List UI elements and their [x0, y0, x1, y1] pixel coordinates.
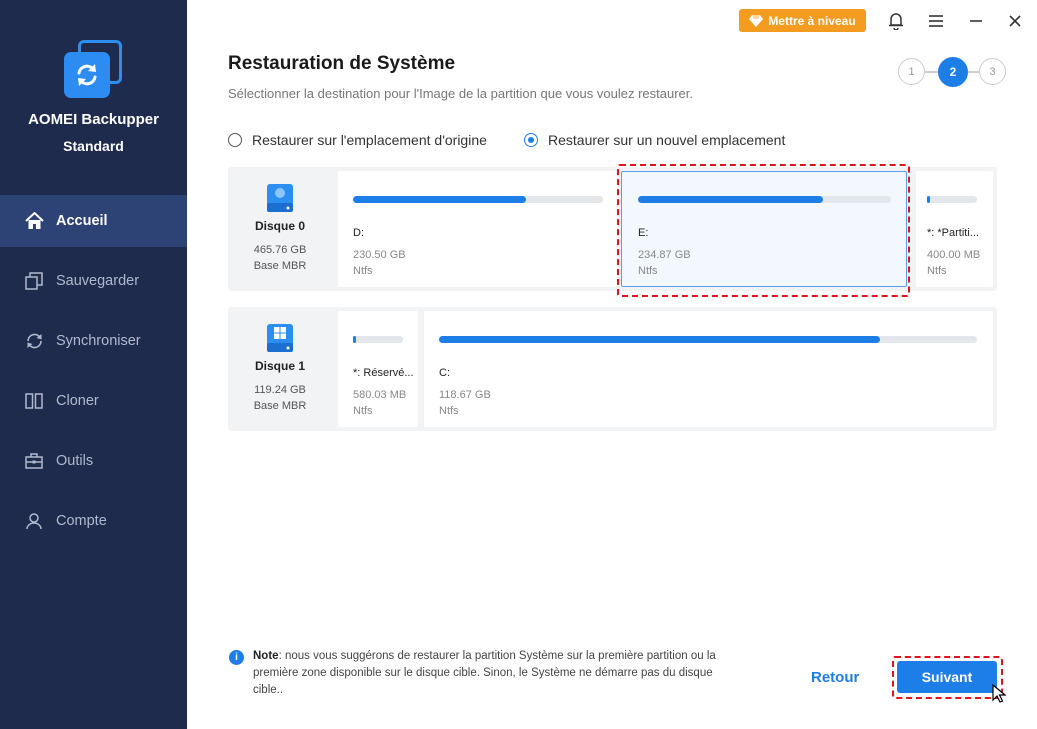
option-original-label: Restaurer sur l'emplacement d'origine: [252, 132, 487, 148]
home-icon: [24, 211, 44, 231]
sidebar: AOMEI Backupper Standard Accueil Sauvega…: [0, 0, 187, 729]
partition-reserved[interactable]: *: Réservé... 580.03 MB Ntfs: [338, 311, 418, 427]
sidebar-item-label: Accueil: [56, 213, 108, 229]
sidebar-item-label: Cloner: [56, 393, 99, 409]
sidebar-item-label: Compte: [56, 513, 107, 529]
partition-size: 118.67 GB: [439, 389, 491, 401]
sidebar-item-compte[interactable]: Compte: [0, 495, 187, 547]
clone-icon: [24, 391, 44, 411]
step-indicator: 1 2 3: [898, 57, 1008, 87]
info-icon: i: [229, 650, 244, 665]
partition-fs: Ntfs: [927, 265, 947, 277]
windows-drive-icon: [267, 324, 293, 352]
partition-system-reserved[interactable]: *: *Partiti... 400.00 MB Ntfs: [916, 171, 993, 287]
app-edition: Standard: [63, 138, 124, 154]
partition-label: *: Réservé...: [353, 367, 414, 379]
upgrade-button[interactable]: Mettre à niveau: [739, 9, 866, 32]
partition-fs: Ntfs: [439, 405, 459, 417]
radio-new[interactable]: [524, 133, 538, 147]
sidebar-item-accueil[interactable]: Accueil: [0, 195, 187, 247]
backup-icon: [24, 271, 44, 291]
option-original-location[interactable]: Restaurer sur l'emplacement d'origine: [228, 132, 487, 148]
app-logo: [64, 40, 122, 98]
disk-name: Disque 0: [254, 219, 305, 233]
page-title: Restauration de Système: [228, 53, 456, 74]
disk-type: Base MBR: [253, 400, 307, 412]
page-subtitle: Sélectionner la destination pour l'Image…: [228, 86, 693, 101]
radio-original[interactable]: [228, 133, 242, 147]
app-name: AOMEI Backupper: [28, 111, 159, 128]
step-2: 2: [938, 57, 968, 87]
sidebar-item-cloner[interactable]: Cloner: [0, 375, 187, 427]
partition-usage-bar: [353, 336, 356, 343]
disk-type: Base MBR: [253, 260, 307, 272]
selection-highlight: [617, 164, 910, 297]
diamond-icon: [749, 14, 764, 27]
sidebar-item-label: Synchroniser: [56, 333, 141, 349]
partition-size: 400.00 MB: [927, 249, 981, 261]
disk-1-panel: Disque 1 119.24 GB Base MBR *: Réservé..…: [228, 307, 997, 431]
partition-size: 230.50 GB: [353, 249, 406, 261]
partition-fs: Ntfs: [353, 265, 373, 277]
disk-0-info: Disque 0 465.76 GB Base MBR: [228, 167, 332, 291]
sidebar-item-synchroniser[interactable]: Synchroniser: [0, 315, 187, 367]
partition-fs: Ntfs: [353, 405, 373, 417]
sidebar-nav: Accueil Sauvegarder Synchroniser Cloner …: [0, 195, 187, 555]
partition-usage-bar: [927, 196, 930, 203]
partition-label: D:: [353, 227, 364, 239]
partition-label: *: *Partiti...: [927, 227, 979, 239]
bell-icon[interactable]: [885, 10, 907, 32]
back-button[interactable]: Retour: [811, 669, 859, 686]
partition-size: 580.03 MB: [353, 389, 407, 401]
sidebar-item-outils[interactable]: Outils: [0, 435, 187, 487]
toolbox-icon: [24, 451, 44, 471]
sync-arrows-icon: [77, 64, 97, 86]
partition-usage-bar: [439, 336, 881, 343]
option-new-location[interactable]: Restaurer sur un nouvel emplacement: [524, 132, 785, 148]
next-highlight: [892, 656, 1003, 699]
disk-1-info: Disque 1 119.24 GB Base MBR: [228, 307, 332, 431]
sidebar-item-label: Outils: [56, 453, 94, 469]
sidebar-item-sauvegarder[interactable]: Sauvegarder: [0, 255, 187, 307]
note-bold: Note: [253, 650, 279, 662]
note-panel: i Note: nous vous suggérons de restaurer…: [229, 648, 724, 699]
note-text: : nous vous suggérons de restaurer la pa…: [253, 650, 716, 696]
mouse-cursor-icon: [992, 684, 1006, 703]
disk-size: 465.76 GB: [253, 244, 307, 256]
minimize-icon[interactable]: [965, 10, 987, 32]
option-new-label: Restaurer sur un nouvel emplacement: [548, 132, 786, 148]
partition-usage-bar: [353, 196, 526, 203]
step-3: 3: [979, 58, 1006, 85]
disk-size: 119.24 GB: [254, 384, 306, 396]
partition-label: C:: [439, 367, 450, 379]
menu-icon[interactable]: [925, 10, 947, 32]
hard-drive-icon: [267, 184, 293, 212]
sidebar-item-label: Sauvegarder: [56, 273, 140, 289]
step-1: 1: [898, 58, 925, 85]
upgrade-label: Mettre à niveau: [768, 13, 856, 28]
disk-name: Disque 1: [254, 359, 305, 373]
sync-icon: [24, 331, 44, 351]
partition-c[interactable]: C: 118.67 GB Ntfs: [424, 311, 993, 427]
partition-d[interactable]: D: 230.50 GB Ntfs: [338, 171, 618, 287]
user-icon: [24, 511, 44, 531]
close-icon[interactable]: [1004, 10, 1026, 32]
